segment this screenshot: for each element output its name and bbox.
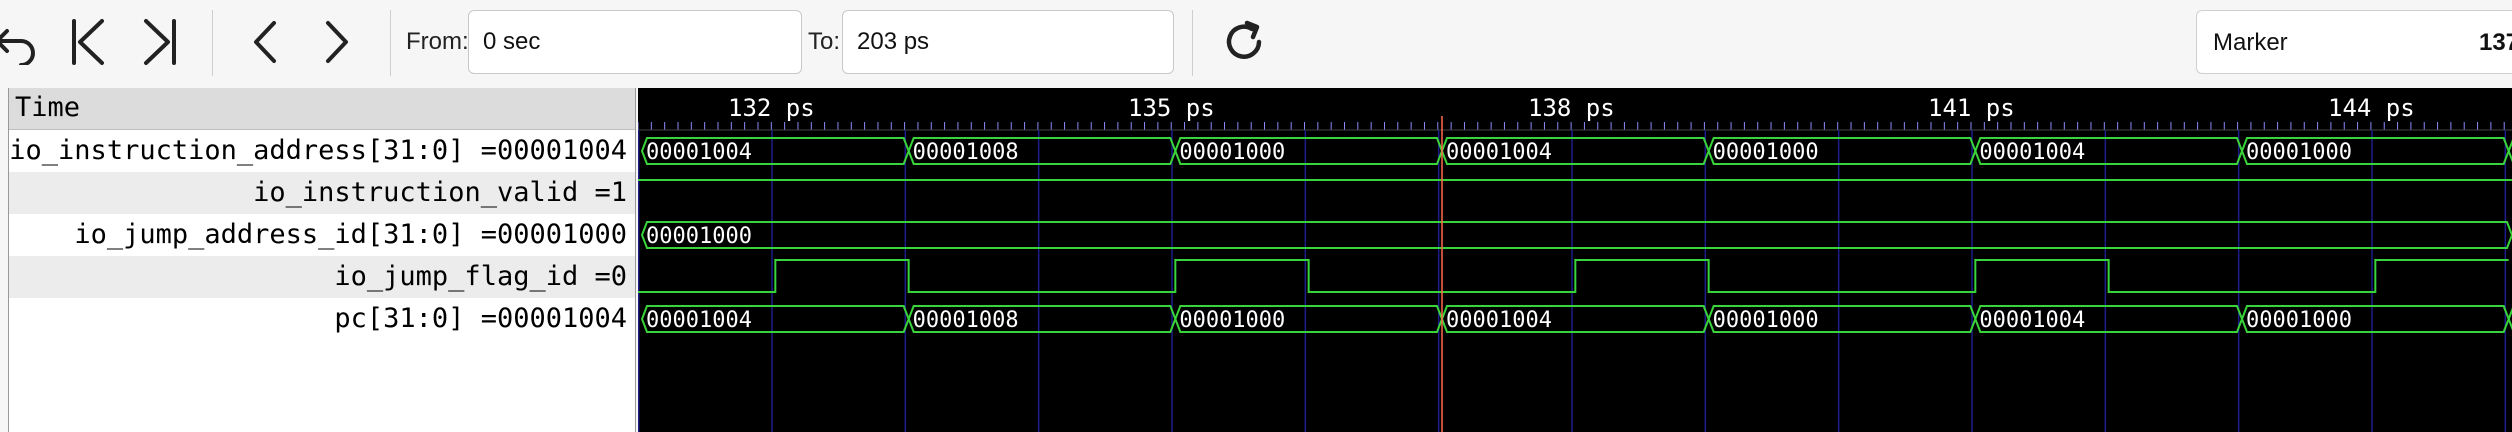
reload-button[interactable] [1214,14,1274,70]
previous-button[interactable] [236,14,296,70]
bus-value: 00001000 [1713,140,1819,165]
bus-value: 00001004 [646,140,752,165]
bus-value: 00001000 [646,224,752,249]
jump-to-start-icon [66,17,110,67]
undo-button[interactable] [0,14,46,70]
chevron-right-icon [316,17,356,67]
waveform-panel[interactable]: 132 ps 135 ps 138 ps 141 ps 144 ps 00001004 00… [638,88,2512,432]
bus-value: 00001004 [1446,140,1552,165]
bus-segment [640,221,2512,249]
from-label: From: [406,28,469,55]
to-time-input[interactable] [842,10,1174,74]
ruler-label: 144 ps [2328,94,2415,122]
bus-value: 00001000 [1179,308,1285,333]
signal-row[interactable]: io_instruction_valid =1 [9,172,635,214]
to-label: To: [808,28,841,55]
signal-label: io_instruction_valid =1 [253,177,627,208]
undo-arrow-icon [0,19,39,65]
bus-value: 00001008 [913,140,1019,165]
waveform-canvas[interactable]: 132 ps 135 ps 138 ps 141 ps 144 ps 00001004 00… [638,88,2512,432]
ruler-label: 141 ps [1928,94,2015,122]
signal-row[interactable]: pc[31:0] =00001004 [9,298,635,340]
signal-row[interactable]: io_jump_address_id[31:0] =00001000 [9,214,635,256]
signal-label: io_instruction_address[31:0] =00001004 [9,135,627,166]
chevron-left-icon [246,17,286,67]
bus-value: 00001008 [913,308,1019,333]
signal-row[interactable]: io_jump_flag_id =0 [9,256,635,298]
toolbar-divider [212,10,213,76]
toolbar-divider [390,10,391,76]
ruler-label: 132 ps [728,94,815,122]
signal-label: io_jump_flag_id =0 [334,261,627,292]
bus-value: 00001000 [1179,140,1285,165]
reload-icon [1219,17,1269,67]
signal-row[interactable]: io_instruction_address[31:0] =00001004 [9,130,635,172]
signal-list-panel: Time io_instruction_address[31:0] =00001… [8,88,636,432]
time-column-header: Time [9,88,635,130]
toolbar-divider [1192,10,1193,76]
bus-value: 00001004 [1446,308,1552,333]
ruler-label: 135 ps [1128,94,1215,122]
ruler-label: 138 ps [1528,94,1615,122]
bus-value: 00001004 [1979,140,2085,165]
jump-to-start-button[interactable] [58,14,118,70]
bus-value: 00001004 [646,308,752,333]
from-time-input[interactable] [468,10,802,74]
bus-value: 00001000 [1713,308,1819,333]
marker-value: 137 [2479,29,2512,56]
signal-label: io_jump_address_id[31:0] =00001000 [74,219,627,250]
jump-flag-wave [638,259,2509,293]
bus-value: 00001004 [1979,308,2085,333]
jump-to-end-button[interactable] [130,14,190,70]
marker-label: Marker [2213,29,2288,56]
signal-label: pc[31:0] =00001004 [334,303,627,334]
marker-field[interactable]: Marker 137 [2196,10,2512,74]
bus-value: 00001000 [2246,308,2352,333]
bus-value: 00001000 [2246,140,2352,165]
toolbar: From: To: Marker 137 [0,0,2512,86]
next-button[interactable] [306,14,366,70]
jump-to-end-icon [138,17,182,67]
